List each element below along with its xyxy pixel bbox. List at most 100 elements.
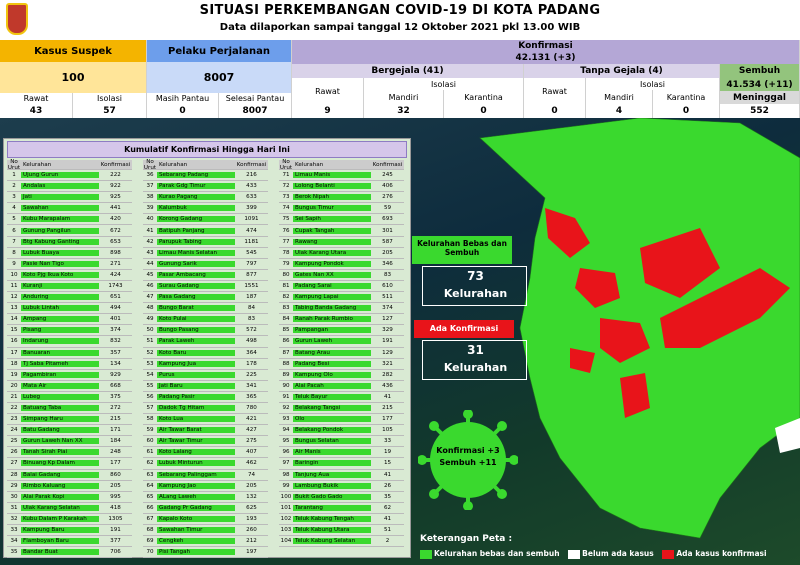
row-number: 11 (10, 282, 18, 289)
table-row: 21 Lubeg 375 (7, 392, 132, 403)
konfirmasi-count: 191 (110, 527, 121, 534)
row-number: 72 (282, 183, 290, 190)
konfirmasi-count: 427 (246, 427, 257, 434)
konfirmasi-count: 129 (382, 349, 393, 356)
table-row: 41 Batipuh Panjang 474 (143, 225, 268, 237)
row-number: 20 (10, 382, 18, 389)
table-row: 26 Tanah Sirah Piai 248 (7, 447, 132, 459)
kelurahan-name: Binuang Kp Dalam (21, 460, 99, 467)
kelurahan-name: Lolong Belanti (293, 183, 371, 190)
table-header-cell: No Urut (7, 158, 21, 171)
row-number: 40 (146, 216, 154, 223)
kelurahan-name: Kalumbuk (157, 205, 235, 212)
konfirmasi-count: 212 (246, 538, 257, 545)
row-number: 67 (146, 515, 154, 522)
kelurahan-name: Ujung Gurun (21, 172, 99, 179)
table-row: 37 Parak Gdg Timur 433 (143, 181, 268, 193)
row-number: 39 (146, 205, 154, 212)
table-header-cell: Kelurahan (159, 161, 188, 168)
row-number: 3 (12, 194, 16, 201)
kelurahan-name: Purus (157, 371, 235, 378)
table-row: 63 Sebarang Palinggam 74 (143, 470, 268, 481)
table-row: 97 Baringin 15 (279, 458, 404, 470)
table-row: 88 Padang Besi 321 (279, 359, 404, 370)
konfirmasi-count: 545 (246, 249, 257, 256)
table-row: 62 Lubuk Minturun 462 (143, 458, 268, 470)
kumulatif-table-panel: Kumulatif Konfirmasi Hingga Hari Ini No … (3, 138, 411, 559)
kelurahan-name: Bungus Timur (293, 205, 371, 212)
konfirmasi-count: 184 (110, 438, 121, 445)
table-row: 72 Lolong Belanti 406 (279, 181, 404, 193)
konfirmasi-count: 494 (110, 305, 121, 312)
row-number: 92 (282, 405, 290, 412)
meninggal-value: 552 (720, 104, 800, 118)
kelurahan-name: Pagambiran (21, 371, 99, 378)
konfirmasi-count: 898 (110, 249, 121, 256)
row-number: 73 (282, 194, 290, 201)
table-row: 45 Pasar Ambacang 877 (143, 270, 268, 281)
legend-items: Kelurahan bebas dan sembuh Belum ada kas… (420, 549, 798, 559)
row-number: 8 (12, 249, 16, 256)
table-row: 54 Purus 225 (143, 370, 268, 381)
table-row: 50 Bungo Pasang 572 (143, 325, 268, 337)
kelurahan-name: Dadok Tg Hitam (157, 405, 235, 412)
konfirmasi-value: 42.131 (+3) (292, 52, 800, 64)
row-number: 54 (146, 371, 154, 378)
table-row: 36 Sebarang Padang 216 (143, 170, 268, 182)
table-row: 42 Parupuk Tabing 1181 (143, 237, 268, 248)
kelurahan-name: Air Manis (293, 449, 371, 456)
konfirmasi-count: 41 (383, 471, 392, 478)
kelurahan-name: ALang Laweh (157, 493, 235, 500)
konfirmasi-label: Konfirmasi (292, 40, 800, 52)
row-number: 48 (146, 305, 154, 312)
table-row: 74 Bungus Timur 59 (279, 203, 404, 215)
kelurahan-name: Berok Nipah (293, 194, 371, 201)
table-row: 58 Koto Lua 421 (143, 414, 268, 426)
kelurahan-name: Parak Laweh (157, 338, 235, 345)
konfirmasi-count: 276 (382, 194, 393, 201)
konfirmasi-count: 421 (246, 416, 257, 423)
page-title: SITUASI PERKEMBANGAN COVID-19 DI KOTA PA… (199, 3, 601, 18)
row-number: 80 (282, 271, 290, 278)
row-number: 24 (10, 427, 18, 434)
row-number: 65 (146, 493, 154, 500)
konfirmasi-count: 41 (383, 515, 392, 522)
row-number: 71 (282, 172, 290, 179)
konfirmasi-count: 205 (110, 482, 121, 489)
bergejala-mandiri-label: Mandiri (364, 90, 444, 104)
row-number: 50 (146, 327, 154, 334)
konfirmasi-count: 83 (383, 271, 392, 278)
konfirmasi-count: 127 (382, 316, 393, 323)
table-row: 61 Koto Lalang 407 (143, 447, 268, 459)
row-number: 63 (146, 471, 154, 478)
row-number: 79 (282, 260, 290, 267)
kelurahan-name: Koto Baru (157, 349, 235, 356)
table-row: 84 Ranah Parak Rumbio 127 (279, 314, 404, 326)
row-number: 84 (282, 316, 290, 323)
kelurahan-name: Sebarang Padang (157, 172, 235, 179)
kelurahan-name: Tj Saba Pitameh (21, 360, 99, 367)
table-row: 9 Pasie Nan Tigo 271 (7, 259, 132, 270)
table-row: 16 Indarung 832 (7, 336, 132, 348)
kelurahan-name: Kuranji (21, 282, 99, 289)
konfirmasi-count: 271 (110, 260, 121, 267)
kelurahan-name: Batu Gadang (21, 427, 99, 434)
konfirmasi-count: 275 (246, 438, 257, 445)
table-row: 14 Ampang 401 (7, 314, 132, 326)
table-row: 98 Tanjung Aua 41 (279, 470, 404, 481)
kelurahan-name: Balai Gadang (21, 471, 99, 478)
kelurahan-name: Bukit Gado Gado (293, 493, 371, 500)
row-number: 77 (282, 238, 290, 245)
table-row: 71 Limau Manis 245 (279, 170, 404, 182)
kelurahan-name: Pisang (21, 327, 99, 334)
konfirmasi-count: 797 (246, 260, 257, 267)
kelurahan-name: Ulak Karang Selatan (21, 504, 99, 511)
table-row: 95 Bungus Selatan 33 (279, 436, 404, 448)
row-number: 56 (146, 393, 154, 400)
konfirmasi-count: 205 (246, 482, 257, 489)
table-row: 44 Gunung Sarik 797 (143, 259, 268, 270)
row-number: 18 (10, 360, 18, 367)
table-row: 94 Belakang Pondok 105 (279, 425, 404, 437)
kelurahan-name: Kampung Baru (21, 527, 99, 534)
konfirmasi-count: 706 (110, 549, 121, 556)
